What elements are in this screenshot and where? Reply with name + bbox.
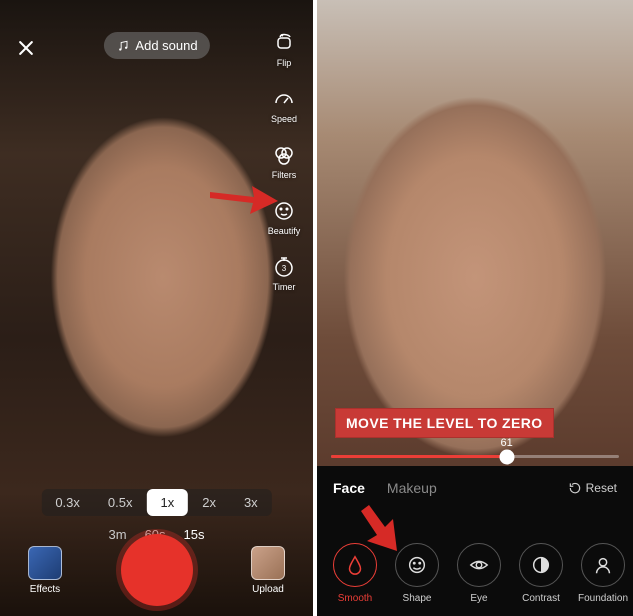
close-icon [16, 38, 36, 58]
upload-thumb [251, 546, 285, 580]
add-sound-label: Add sound [135, 38, 197, 53]
reset-icon [568, 481, 582, 495]
filters-label: Filters [272, 170, 297, 180]
add-sound-button[interactable]: Add sound [103, 32, 209, 59]
flip-button[interactable]: Flip [263, 30, 305, 68]
contrast-icon [530, 554, 552, 576]
reset-button[interactable]: Reset [568, 481, 617, 495]
slider-thumb[interactable] [499, 449, 514, 464]
option-contrast[interactable]: Contrast [515, 543, 567, 604]
flip-label: Flip [277, 58, 292, 68]
slider-value: 61 [501, 437, 513, 449]
person-icon [592, 554, 614, 576]
speed-label: Speed [271, 114, 297, 124]
music-note-icon [115, 39, 129, 53]
annotation-arrow-smooth [357, 501, 411, 560]
slider-track: 61 [331, 455, 619, 458]
camera-tools: Flip Speed Filters Beautify 3 Timer [263, 30, 305, 292]
effects-label: Effects [30, 584, 60, 595]
timer-button[interactable]: 3 Timer [263, 254, 305, 292]
tab-face[interactable]: Face [333, 480, 365, 496]
record-bar: Effects Upload [0, 534, 313, 606]
effects-thumb [28, 546, 62, 580]
beautify-slider[interactable]: 61 [331, 455, 619, 458]
timer-label: Timer [273, 282, 296, 292]
beautify-label: Beautify [268, 226, 301, 236]
filters-icon [272, 143, 296, 167]
speed-2x[interactable]: 2x [188, 489, 230, 516]
filters-button[interactable]: Filters [263, 142, 305, 180]
upload-button[interactable]: Upload [251, 546, 285, 595]
effects-button[interactable]: Effects [28, 546, 62, 595]
speed-button[interactable]: Speed [263, 86, 305, 124]
option-contrast-label: Contrast [522, 593, 560, 604]
upload-label: Upload [252, 584, 284, 595]
svg-text:3: 3 [282, 264, 287, 273]
speed-1x[interactable]: 1x [146, 489, 188, 516]
reset-label: Reset [586, 481, 617, 495]
option-smooth-label: Smooth [338, 593, 372, 604]
option-shape-label: Shape [403, 593, 432, 604]
close-button[interactable] [16, 38, 36, 58]
flip-icon [272, 31, 296, 55]
speed-icon [272, 87, 296, 111]
option-eye[interactable]: Eye [453, 543, 505, 604]
slider-fill [331, 455, 507, 458]
beautify-tabs: Face Makeup Reset [333, 480, 617, 496]
beautify-screen: MOVE THE LEVEL TO ZERO 61 Face Makeup Re… [317, 0, 633, 616]
tab-makeup[interactable]: Makeup [387, 480, 437, 496]
annotation-arrow-beautify [208, 182, 280, 216]
speed-3x[interactable]: 3x [230, 489, 272, 516]
beautify-drawer: Face Makeup Reset Smooth Shape [317, 466, 633, 616]
speed-0-3x[interactable]: 0.3x [41, 489, 94, 516]
option-foundation-label: Foundation [578, 593, 628, 604]
option-foundation[interactable]: Foundation [577, 543, 629, 604]
record-screen: Add sound Flip Speed Filters Beautify 3 … [0, 0, 313, 616]
annotation-callout: MOVE THE LEVEL TO ZERO [335, 408, 554, 438]
record-button[interactable] [121, 534, 193, 606]
eye-icon [468, 554, 490, 576]
speed-selector: 0.3x 0.5x 1x 2x 3x [41, 489, 271, 516]
option-eye-label: Eye [470, 593, 487, 604]
speed-0-5x[interactable]: 0.5x [94, 489, 147, 516]
timer-icon: 3 [272, 255, 296, 279]
